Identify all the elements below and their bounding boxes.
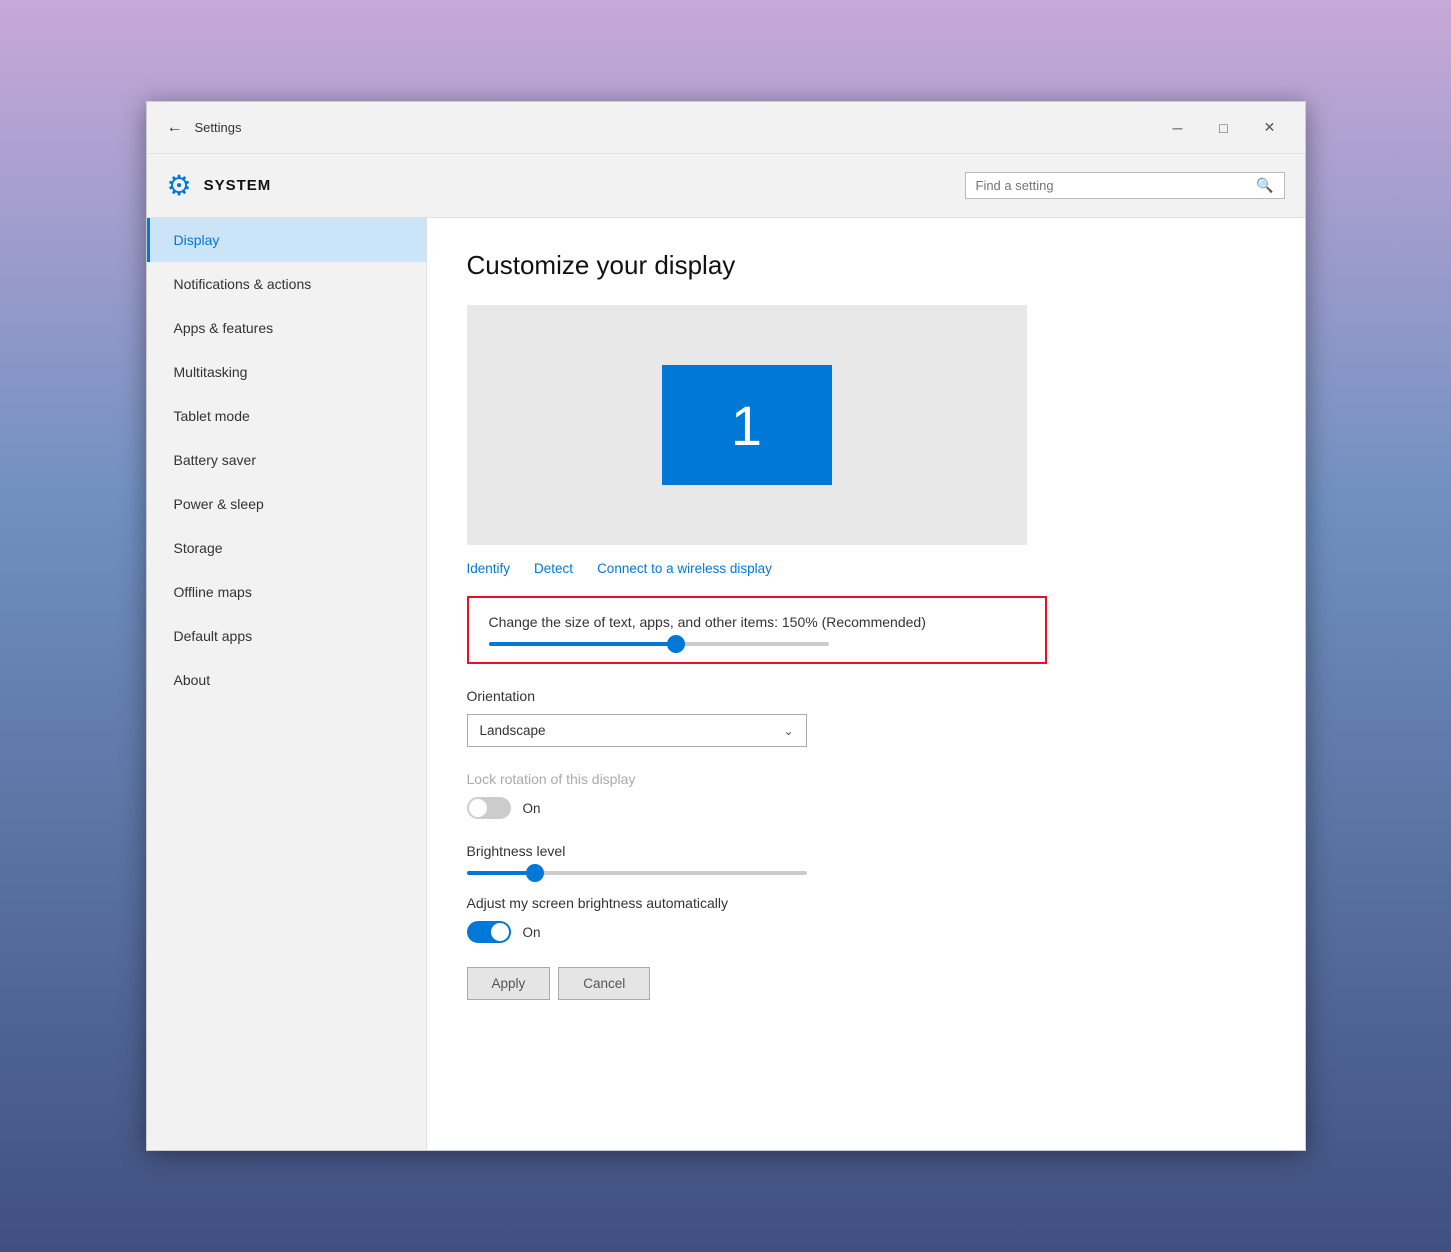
search-icon: 🔍	[1256, 177, 1273, 194]
auto-brightness-thumb	[491, 923, 509, 941]
lock-rotation-toggle[interactable]	[467, 797, 511, 819]
apply-button[interactable]: Apply	[467, 967, 551, 1000]
sidebar-item-apps[interactable]: Apps & features	[147, 306, 426, 350]
lock-rotation-row: On	[467, 797, 1265, 819]
scale-slider-thumb[interactable]	[667, 635, 685, 653]
lock-rotation-label: Lock rotation of this display	[467, 771, 1265, 787]
lock-rotation-thumb	[469, 799, 487, 817]
scale-slider-fill	[489, 642, 676, 646]
sidebar-item-battery[interactable]: Battery saver	[147, 438, 426, 482]
brightness-slider-track	[467, 871, 807, 875]
auto-brightness-toggle-text: On	[523, 925, 541, 940]
lock-rotation-toggle-text: On	[523, 801, 541, 816]
display-links: Identify Detect Connect to a wireless di…	[467, 561, 1265, 576]
detect-link[interactable]: Detect	[534, 561, 573, 576]
gear-icon: ⚙	[167, 169, 192, 202]
brightness-slider-thumb[interactable]	[526, 864, 544, 882]
settings-window: ← Settings ─ □ ✕ ⚙ SYSTEM 🔍 Display Noti…	[146, 101, 1306, 1151]
search-box: 🔍	[965, 172, 1285, 199]
scale-label: Change the size of text, apps, and other…	[489, 614, 1025, 630]
orientation-dropdown[interactable]: Landscape ⌄	[467, 714, 807, 747]
auto-brightness-toggle[interactable]	[467, 921, 511, 943]
sidebar-item-about[interactable]: About	[147, 658, 426, 702]
sidebar-item-notifications[interactable]: Notifications & actions	[147, 262, 426, 306]
sidebar-item-default-apps[interactable]: Default apps	[147, 614, 426, 658]
titlebar: ← Settings ─ □ ✕	[147, 102, 1305, 154]
sidebar-item-power[interactable]: Power & sleep	[147, 482, 426, 526]
identify-link[interactable]: Identify	[467, 561, 511, 576]
search-input[interactable]	[976, 178, 1257, 193]
display-preview: 1	[467, 305, 1027, 545]
sidebar: Display Notifications & actions Apps & f…	[147, 218, 427, 1150]
brightness-slider-fill	[467, 871, 535, 875]
system-label: SYSTEM	[204, 177, 965, 194]
auto-brightness-label: Adjust my screen brightness automaticall…	[467, 895, 1265, 911]
page-title: Customize your display	[467, 250, 1265, 281]
monitor-box: 1	[662, 365, 832, 485]
sidebar-item-display[interactable]: Display	[147, 218, 426, 262]
content-area: Customize your display 1 Identify Detect…	[427, 218, 1305, 1150]
back-button[interactable]: ←	[159, 112, 191, 144]
close-button[interactable]: ✕	[1247, 112, 1293, 144]
orientation-label: Orientation	[467, 688, 1265, 704]
sidebar-item-storage[interactable]: Storage	[147, 526, 426, 570]
buttons-row: Apply Cancel	[467, 967, 1265, 1000]
minimize-button[interactable]: ─	[1155, 112, 1201, 144]
sidebar-item-offline-maps[interactable]: Offline maps	[147, 570, 426, 614]
connect-wireless-link[interactable]: Connect to a wireless display	[597, 561, 772, 576]
sidebar-item-multitasking[interactable]: Multitasking	[147, 350, 426, 394]
orientation-value: Landscape	[480, 723, 546, 738]
auto-brightness-row: On	[467, 921, 1265, 943]
sidebar-item-tablet[interactable]: Tablet mode	[147, 394, 426, 438]
window-controls: ─ □ ✕	[1155, 112, 1293, 144]
app-header: ⚙ SYSTEM 🔍	[147, 154, 1305, 218]
body: Display Notifications & actions Apps & f…	[147, 218, 1305, 1150]
maximize-button[interactable]: □	[1201, 112, 1247, 144]
monitor-number: 1	[731, 393, 762, 458]
scale-slider-track	[489, 642, 829, 646]
window-title: Settings	[195, 120, 1155, 135]
chevron-down-icon: ⌄	[783, 724, 793, 738]
cancel-button[interactable]: Cancel	[558, 967, 650, 1000]
scale-box: Change the size of text, apps, and other…	[467, 596, 1047, 664]
brightness-label: Brightness level	[467, 843, 1265, 859]
